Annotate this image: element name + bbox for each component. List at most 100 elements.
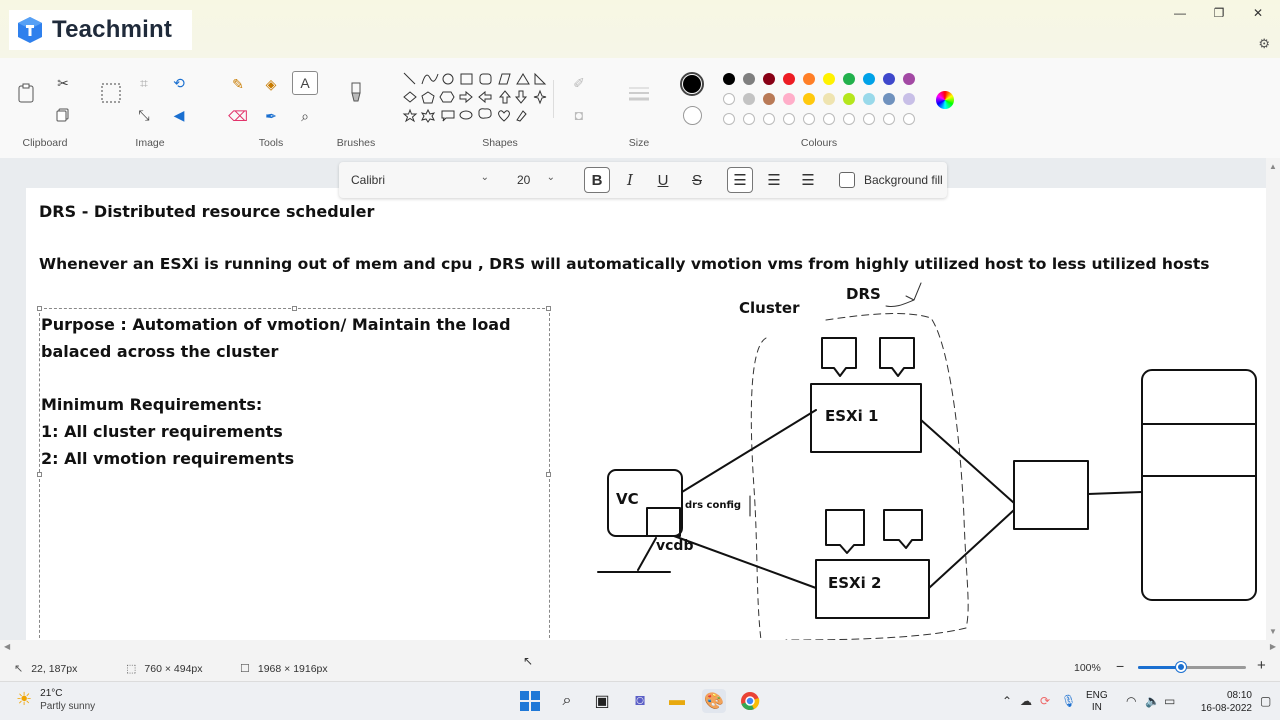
color-swatch[interactable]	[763, 93, 775, 105]
color-swatch[interactable]	[883, 113, 895, 125]
fill-icon[interactable]: ◘	[566, 106, 592, 124]
copy-icon[interactable]	[52, 106, 74, 124]
language-indicator[interactable]: ENG IN	[1086, 690, 1108, 714]
color-swatch[interactable]	[763, 73, 775, 85]
weather-widget[interactable]: ☀ 21°C Partly sunny	[16, 688, 95, 712]
color-swatch[interactable]	[803, 73, 815, 85]
onedrive-icon[interactable]: ☁	[1020, 694, 1032, 708]
file-explorer-icon[interactable]: ▬	[665, 689, 689, 713]
scroll-down-icon[interactable]: ▼	[1269, 627, 1277, 636]
color-swatch[interactable]	[843, 113, 855, 125]
background-fill-label: Background fill	[864, 173, 943, 187]
underline-button[interactable]: U	[650, 167, 676, 193]
color-swatch[interactable]	[823, 73, 835, 85]
font-family-dropdown[interactable]: Calibri ⌄	[345, 168, 493, 192]
vertical-scrollbar[interactable]: ▲ ▼	[1266, 158, 1280, 640]
color-swatch[interactable]	[803, 93, 815, 105]
horizontal-scrollbar[interactable]: ◀ ▶	[0, 640, 1280, 654]
color-swatch[interactable]	[783, 113, 795, 125]
rotate-icon[interactable]: ⟲	[167, 74, 191, 92]
select-icon[interactable]	[99, 80, 123, 106]
flip-icon[interactable]: ◀	[167, 106, 191, 124]
share-icon[interactable]: ⚙	[1258, 36, 1270, 52]
color-swatch[interactable]	[743, 113, 755, 125]
bold-button[interactable]: B	[584, 167, 610, 193]
color-swatch[interactable]	[743, 73, 755, 85]
color-swatch[interactable]	[723, 73, 735, 85]
color-swatch[interactable]	[823, 113, 835, 125]
color-swatch[interactable]	[743, 93, 755, 105]
cut-icon[interactable]: ✂	[52, 74, 74, 92]
fill-bucket-icon[interactable]: ◈	[261, 74, 281, 94]
align-left-icon[interactable]: ☰	[727, 167, 753, 193]
align-right-icon[interactable]: ☰	[795, 167, 821, 193]
color-swatch[interactable]	[903, 73, 915, 85]
italic-button[interactable]: I	[617, 167, 643, 193]
pencil-icon[interactable]: ✎	[228, 74, 248, 94]
color-swatch[interactable]	[803, 113, 815, 125]
color-swatch[interactable]	[783, 93, 795, 105]
color-swatch[interactable]	[863, 113, 875, 125]
edit-colours-icon[interactable]	[936, 91, 954, 109]
color-swatch[interactable]	[863, 93, 875, 105]
color-swatch[interactable]	[723, 93, 735, 105]
scroll-up-icon[interactable]: ▲	[1269, 162, 1277, 171]
zoom-slider[interactable]	[1138, 662, 1246, 672]
background-fill-checkbox[interactable]: Background fill	[839, 172, 943, 188]
clock[interactable]: 08:10 16-08-2022	[1190, 689, 1252, 715]
strikethrough-button[interactable]: S	[684, 167, 710, 193]
volume-icon[interactable]: 🔈	[1145, 694, 1160, 708]
chevron-up-icon[interactable]: ⌃	[1002, 694, 1012, 708]
color-swatch[interactable]	[903, 93, 915, 105]
temperature: 21°C	[40, 688, 63, 699]
color2-swatch[interactable]	[683, 106, 702, 125]
notification-icon[interactable]: ▢	[1260, 694, 1271, 708]
wifi-icon[interactable]: ◠	[1126, 694, 1136, 708]
scroll-left-icon[interactable]: ◀	[4, 642, 10, 651]
zoom-in-icon[interactable]: +	[1257, 657, 1266, 674]
color-swatch[interactable]	[763, 113, 775, 125]
resize-icon[interactable]: ⤡	[134, 106, 154, 124]
microphone-icon[interactable]: 🎙	[1061, 694, 1076, 708]
outline-icon[interactable]: ✐	[566, 74, 592, 92]
teams-chat-icon[interactable]: ◙	[628, 689, 652, 713]
scroll-right-icon[interactable]: ▶	[1270, 642, 1276, 651]
maximize-button[interactable]: ❐	[1200, 2, 1238, 24]
color-swatch[interactable]	[783, 73, 795, 85]
start-icon[interactable]	[518, 689, 542, 713]
stroke-size-icon[interactable]	[628, 86, 650, 102]
chrome-icon[interactable]	[738, 689, 762, 713]
color-swatch[interactable]	[863, 73, 875, 85]
paint-app-icon[interactable]: 🎨	[702, 689, 726, 713]
brush-icon[interactable]	[344, 80, 368, 106]
paste-icon[interactable]	[14, 80, 38, 106]
shapes-gallery[interactable]	[400, 70, 550, 130]
group-label-size: Size	[628, 137, 650, 149]
zoom-level[interactable]: 100%	[1074, 662, 1101, 674]
align-center-icon[interactable]: ☰	[761, 167, 787, 193]
drawing-canvas[interactable]: DRS - Distributed resource scheduler Whe…	[26, 188, 1266, 640]
text-tool-icon[interactable]: A	[292, 71, 318, 95]
eraser-icon[interactable]: ⌫	[228, 106, 248, 126]
zoom-out-icon[interactable]: −	[1116, 658, 1124, 674]
magnifier-icon[interactable]: ⌕	[295, 106, 315, 126]
color-swatch[interactable]	[843, 73, 855, 85]
task-view-icon[interactable]: ▣	[590, 689, 614, 713]
close-button[interactable]: ✕	[1239, 2, 1277, 24]
search-icon[interactable]: ⌕	[555, 689, 579, 713]
color-swatch[interactable]	[883, 73, 895, 85]
color-picker-icon[interactable]: ✒	[261, 106, 281, 126]
crop-icon[interactable]: ⌗	[134, 74, 154, 92]
font-size-dropdown[interactable]: 20 ⌄	[511, 168, 559, 192]
color-swatch[interactable]	[823, 93, 835, 105]
sync-icon[interactable]: ⟳	[1040, 694, 1050, 708]
color-swatch[interactable]	[883, 93, 895, 105]
selection-size: ⬚ 760 × 494px	[126, 662, 203, 676]
zoom-slider-thumb[interactable]	[1176, 662, 1187, 672]
color-swatch[interactable]	[903, 113, 915, 125]
color-swatch[interactable]	[843, 93, 855, 105]
color1-selector[interactable]	[680, 72, 704, 96]
battery-icon[interactable]: ▭	[1164, 694, 1175, 708]
color-swatch[interactable]	[723, 113, 735, 125]
minimize-button[interactable]: —	[1161, 2, 1199, 24]
